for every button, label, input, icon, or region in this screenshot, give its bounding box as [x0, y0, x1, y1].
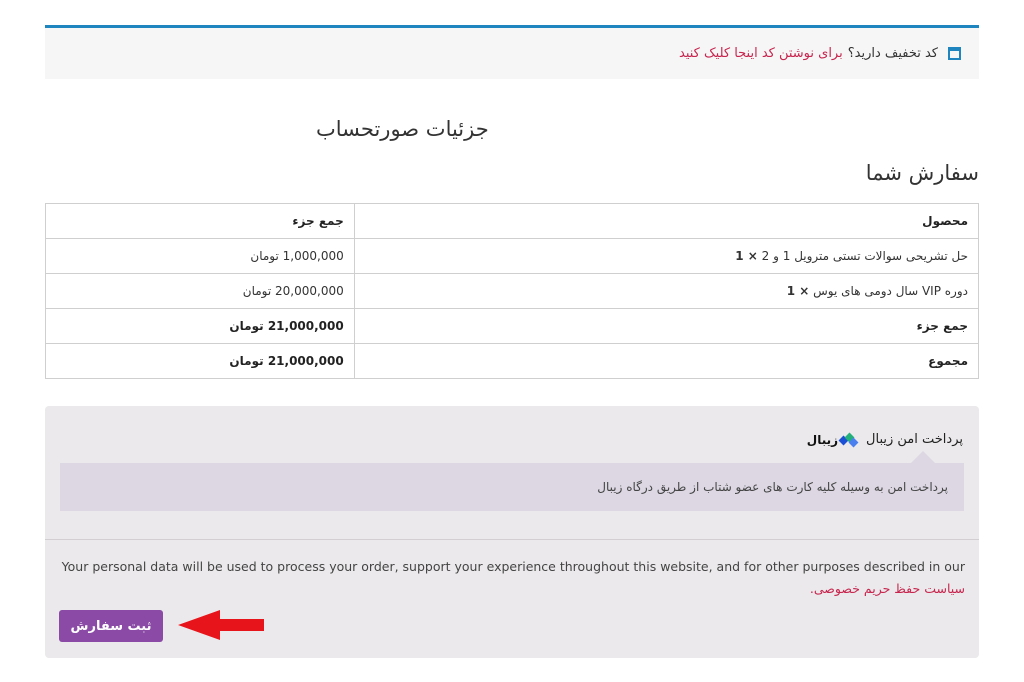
header-product: محصول	[353, 203, 980, 239]
item-qty: × 1	[735, 249, 758, 263]
billing-title: جزئیات صورتحساب	[316, 117, 489, 141]
zibal-logo-text: زیبال	[806, 432, 839, 447]
item-price: 20,000,000 تومان	[45, 273, 355, 309]
divider	[45, 539, 979, 540]
subtotal-row: جمع جزء 21,000,000 تومان	[45, 308, 980, 344]
payment-box: پرداخت امن زیبال زیبال پرداخت امن به وسی…	[45, 406, 979, 658]
item-name-cell: دوره VIP سال دومی های یوس × 1	[353, 273, 980, 309]
table-row: حل تشریحی سوالات تستی مترویل 1 و 2 × 1 1…	[45, 238, 980, 274]
coupon-link[interactable]: برای نوشتن کد اینجا کلیک کنید	[679, 46, 843, 61]
place-order-button[interactable]: ثبت سفارش	[59, 610, 163, 642]
red-arrow-icon	[178, 610, 264, 640]
privacy-text: Your personal data will be used to proce…	[61, 559, 965, 574]
total-row: مجموع 21,000,000 تومان	[45, 343, 980, 379]
total-value: 21,000,000 تومان	[45, 343, 355, 379]
item-qty: × 1	[786, 284, 810, 298]
privacy-notice: Your personal data will be used to proce…	[60, 556, 965, 600]
coupon-notice: کد تخفیف دارید؟ برای نوشتن کد اینجا کلیک…	[45, 25, 979, 79]
payment-description: پرداخت امن به وسیله کلیه کارت های عضو شت…	[60, 463, 964, 511]
coupon-question: کد تخفیف دارید؟	[847, 46, 938, 61]
zibal-logo-icon	[838, 432, 859, 447]
table-header-row: محصول جمع جزء	[45, 203, 980, 239]
item-name-cell: حل تشریحی سوالات تستی مترویل 1 و 2 × 1	[353, 238, 980, 274]
privacy-policy-link[interactable]: سیاست حفظ حریم خصوصی.	[810, 581, 965, 596]
item-name: دوره VIP سال دومی های یوس	[813, 284, 968, 298]
table-row: دوره VIP سال دومی های یوس × 1 20,000,000…	[45, 273, 980, 309]
total-label: مجموع	[353, 343, 980, 379]
item-name: حل تشریحی سوالات تستی مترویل 1 و 2	[761, 249, 968, 263]
zibal-logo: زیبال	[806, 432, 859, 447]
payment-method-label: پرداخت امن زیبال	[866, 432, 963, 447]
subtotal-label: جمع جزء	[353, 308, 980, 344]
payment-method[interactable]: پرداخت امن زیبال زیبال	[807, 432, 963, 447]
order-title: سفارش شما	[865, 161, 979, 185]
order-table: محصول جمع جزء حل تشریحی سوالات تستی مترو…	[45, 203, 980, 379]
description-pointer	[911, 451, 935, 463]
header-subtotal: جمع جزء	[45, 203, 355, 239]
calendar-icon	[948, 47, 961, 60]
subtotal-value: 21,000,000 تومان	[45, 308, 355, 344]
item-price: 1,000,000 تومان	[45, 238, 355, 274]
